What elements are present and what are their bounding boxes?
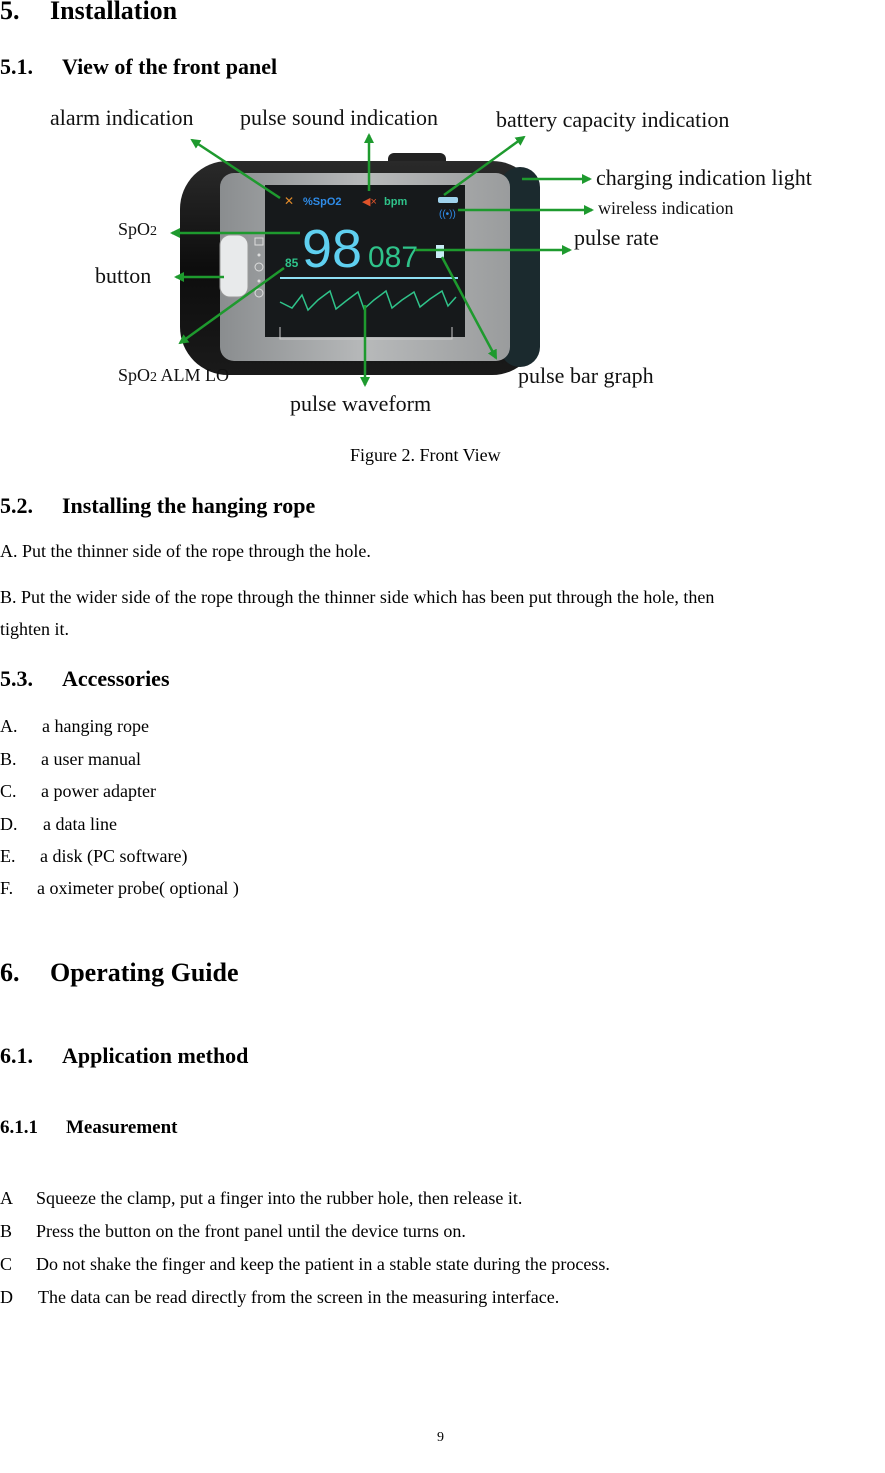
list-text: a user manual (41, 749, 141, 769)
heading-installation: 5. Installation (0, 0, 177, 26)
step-text: The data can be read directly from the s… (38, 1287, 560, 1307)
heading-number: 6.1.1 (0, 1117, 38, 1138)
step-text: Do not shake the finger and keep the pat… (36, 1254, 610, 1274)
list-letter: C. (0, 781, 17, 801)
list-text: a power adapter (41, 781, 156, 801)
spo2-unit-label: %SpO2 (303, 196, 342, 208)
heading-number: 5. (0, 0, 20, 25)
list-text: a oximeter probe( optional ) (37, 878, 239, 898)
rope-step-b: B. Put the wider side of the rope throug… (0, 587, 715, 607)
list-letter: F. (0, 878, 14, 898)
alarm-icon: ✕ (284, 194, 294, 208)
heading-text: Measurement (66, 1117, 178, 1138)
list-letter: D. (0, 814, 18, 834)
label-spo2-sub: 2 (150, 224, 158, 239)
label-pulse-sound-indication: pulse sound indication (240, 105, 438, 130)
step-item: C Do not shake the finger and keep the pa… (0, 1254, 610, 1275)
step-letter: C (0, 1254, 13, 1274)
label-spo2-main: SpO (118, 219, 151, 239)
list-letter: E. (0, 846, 16, 866)
heading-front-panel: 5.1. View of the front panel (0, 54, 277, 80)
label-alarm-indication: alarm indication (50, 105, 194, 130)
heading-text: Accessories (62, 666, 170, 691)
step-item: D The data can be read directly from the … (0, 1287, 559, 1308)
label-spo2: SpO2 (118, 219, 157, 240)
label-battery-capacity-indication: battery capacity indication (496, 107, 730, 132)
label-spo2-alm-main: SpO (118, 365, 151, 385)
step-letter: A (0, 1188, 13, 1208)
heading-number: 5.3. (0, 666, 33, 691)
label-spo2-alm-rest: ALM LO (157, 365, 230, 385)
step-item: B Press the button on the front panel unt… (0, 1221, 466, 1242)
label-pulse-waveform: pulse waveform (290, 391, 432, 416)
heading-number: 5.1. (0, 54, 33, 79)
heading-text: Installing the hanging rope (62, 493, 316, 518)
list-text: a data line (43, 814, 117, 834)
list-item: B. a user manual (0, 749, 141, 770)
list-text: a disk (PC software) (40, 846, 188, 866)
list-item: C. a power adapter (0, 781, 156, 802)
battery-icon (438, 197, 458, 203)
list-text: a hanging rope (42, 716, 149, 736)
wireless-icon: ((•)) (439, 209, 456, 220)
heading-text: Installation (50, 0, 178, 25)
pulse-rate-value: 087 (368, 241, 418, 274)
rope-step-b-cont: tighten it. (0, 619, 69, 639)
step-text: Squeeze the clamp, put a finger into the… (36, 1188, 523, 1208)
front-view-figure: ✕ %SpO2 ◀× bpm ((•)) 98 087 85 alarm ind… (40, 95, 860, 425)
speaker-muted-icon: ◀× (362, 196, 377, 208)
label-spo2-alm-lo: SpO2 ALM LO (118, 365, 229, 386)
step-item: A Squeeze the clamp, put a finger into th… (0, 1188, 522, 1209)
label-charging-indication-light: charging indication light (596, 165, 812, 190)
step-letter: B (0, 1221, 13, 1241)
heading-text: Operating Guide (50, 958, 239, 987)
list-item: E. a disk (PC software) (0, 846, 187, 867)
pulse-bar (436, 245, 444, 258)
heading-number: 5.2. (0, 493, 33, 518)
label-pulse-rate: pulse rate (574, 225, 659, 250)
list-letter: B. (0, 749, 17, 769)
heading-text: View of the front panel (62, 54, 278, 79)
heading-text: Application method (62, 1043, 249, 1068)
list-item: D. a data line (0, 814, 117, 835)
alarm-low-value: 85 (285, 256, 299, 270)
list-item: A. a hanging rope (0, 716, 149, 737)
list-item: F. a oximeter probe( optional ) (0, 878, 239, 899)
heading-hanging-rope: 5.2. Installing the hanging rope (0, 493, 315, 519)
label-pulse-bar-graph: pulse bar graph (518, 363, 654, 388)
label-wireless-indication: wireless indication (598, 198, 734, 218)
heading-application-method: 6.1. Application method (0, 1043, 248, 1069)
step-text: Press the button on the front panel unti… (36, 1221, 466, 1241)
heading-accessories: 5.3. Accessories (0, 666, 170, 692)
heading-measurement: 6.1.1 Measurement (0, 1117, 178, 1139)
list-letter: A. (0, 716, 18, 736)
heading-number: 6.1. (0, 1043, 33, 1068)
figure-caption: Figure 2. Front View (350, 445, 501, 465)
label-spo2-alm-sub: 2 (150, 370, 158, 385)
heading-number: 6. (0, 958, 20, 987)
spo2-value: 98 (302, 219, 362, 279)
heading-operating-guide: 6. Operating Guide (0, 958, 239, 988)
bpm-unit-label: bpm (384, 196, 407, 208)
rope-step-a: A. Put the thinner side of the rope thro… (0, 541, 371, 561)
label-button: button (95, 263, 152, 288)
step-letter: D (0, 1287, 13, 1307)
page-number: 9 (437, 1430, 444, 1445)
